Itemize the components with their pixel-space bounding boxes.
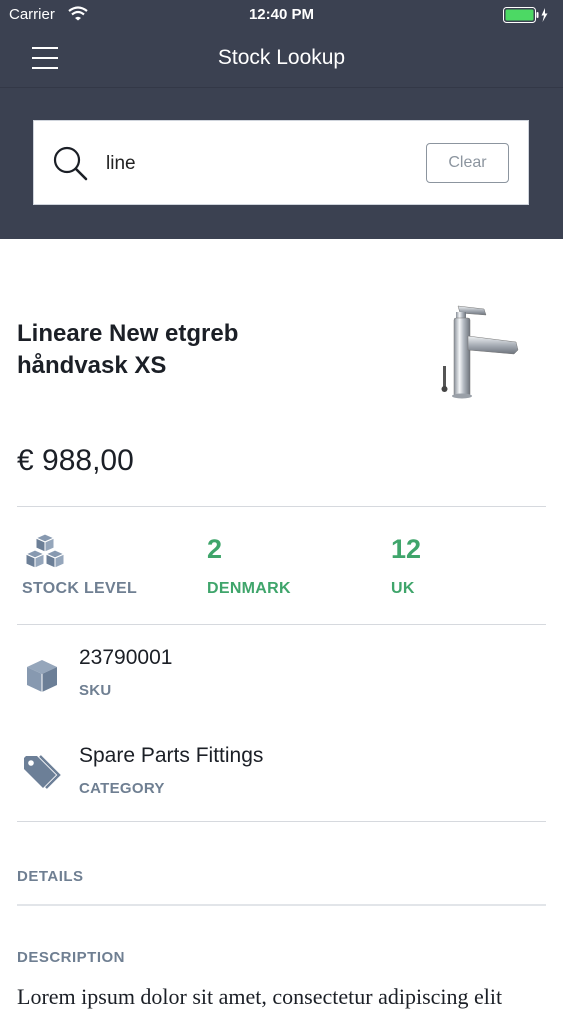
divider <box>17 904 546 906</box>
status-bar: Carrier 12:40 PM <box>0 0 563 30</box>
product-title-line1: Lineare New etgreb <box>17 320 239 347</box>
divider <box>17 821 546 822</box>
search-icon <box>52 145 92 190</box>
product-title: Lineare New etgreb håndvask XS <box>17 318 337 382</box>
boxes-icon <box>24 533 66 574</box>
details-section-header[interactable]: DETAILS <box>17 868 84 885</box>
search-area: Clear <box>0 88 563 239</box>
product-price: € 988,00 <box>17 444 134 477</box>
sku-value: 23790001 <box>79 646 173 669</box>
stock-location-uk: UK <box>391 580 415 597</box>
navigation-bar: Stock Lookup <box>0 30 563 88</box>
sku-label: SKU <box>79 682 112 699</box>
description-section-header: DESCRIPTION <box>17 949 126 966</box>
page-title: Stock Lookup <box>217 46 346 69</box>
divider <box>17 624 546 625</box>
search-box: Clear <box>33 120 529 205</box>
stock-count-denmark: 2 <box>207 534 223 564</box>
description-text: Lorem ipsum dolor sit amet, consectetur … <box>17 984 503 1009</box>
clear-button[interactable]: Clear <box>426 143 509 183</box>
product-title-line2: håndvask XS <box>17 352 167 379</box>
box-icon <box>24 658 60 699</box>
search-input[interactable] <box>106 149 406 179</box>
faucet-image <box>432 300 522 405</box>
stock-location-denmark: DENMARK <box>207 580 291 597</box>
battery-icon <box>503 7 549 28</box>
tags-icon <box>22 754 64 795</box>
clock-time: 12:40 PM <box>248 6 315 23</box>
category-label: CATEGORY <box>79 780 165 797</box>
category-value: Spare Parts Fittings <box>79 744 264 767</box>
stock-level-label: STOCK LEVEL <box>22 580 138 597</box>
divider <box>17 506 546 507</box>
stock-count-uk: 12 <box>391 534 422 564</box>
